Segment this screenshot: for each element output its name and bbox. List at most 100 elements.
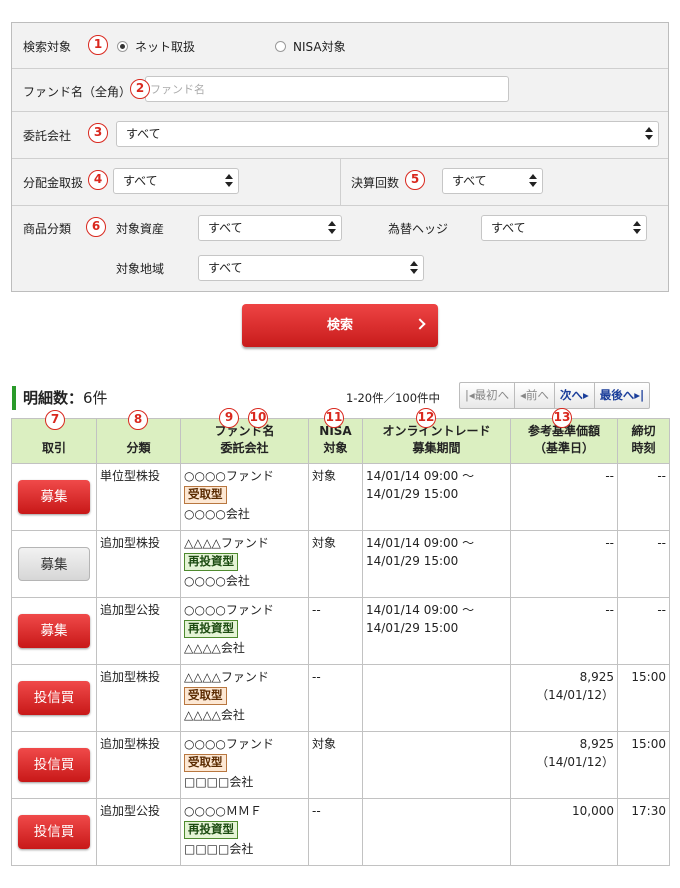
table-row: 募集 追加型公投 ○○○○ファンド 再投資型 △△△△会社 -- 14/01/14 09:0… [11, 597, 670, 665]
marker-3: 3 [88, 123, 108, 143]
marker-4: 4 [88, 170, 108, 190]
divider [340, 159, 341, 206]
company-name: △△△△会社 [184, 708, 245, 722]
fund-name[interactable]: ○○○○ファンド [184, 735, 305, 753]
dividend-badge: 受取型 [184, 486, 227, 504]
select-arrows-icon [410, 261, 418, 275]
category-label: 商品分類 [23, 222, 72, 236]
first-page-icon: |◂ [465, 388, 475, 402]
trade-button[interactable]: 投信買 [18, 815, 90, 849]
trade-button[interactable]: 投信買 [18, 748, 90, 782]
pager-prev[interactable]: ◂前へ [515, 383, 555, 408]
period-start: 14/01/14 09:00 ～ [366, 536, 475, 550]
net-radio-label[interactable]: ネット取扱 [135, 38, 195, 55]
consignor-select[interactable]: すべて [116, 121, 659, 147]
nav-value: -- [605, 536, 614, 550]
pager: |◂最初へ ◂前へ 次へ▸ 最後へ▸| [459, 382, 651, 409]
select-arrows-icon [225, 174, 233, 188]
pager-next-label: 次へ [559, 388, 583, 402]
pager-last[interactable]: 最後へ▸| [595, 383, 649, 408]
nisa-cell: 対象 [308, 530, 363, 598]
cutoff-cell: -- [617, 597, 670, 665]
fund-name[interactable]: ○○○○ファンド [184, 601, 305, 619]
next-icon: ▸ [582, 388, 589, 402]
settlement-select[interactable]: すべて [442, 168, 543, 194]
hedge-label: 為替ヘッジ [388, 222, 449, 236]
marker-12: 12 [416, 408, 436, 428]
period-cell: 14/01/14 09:00 ～ 14/01/29 15:00 [362, 463, 511, 531]
nav-value: 10,000 [572, 804, 614, 818]
search-panel: 検索対象 ネット取扱 NISA対象 ファンド名（全角） 委託会社 すべて 分配金… [11, 22, 669, 292]
trade-cell: 募集 [11, 530, 97, 598]
trade-button[interactable]: 募集 [18, 547, 90, 581]
marker-10: 10 [248, 408, 268, 428]
trade-button[interactable]: 募集 [18, 614, 90, 648]
class-cell: 追加型株投 [96, 530, 181, 598]
trade-cell: 募集 [11, 597, 97, 665]
asset-select[interactable]: すべて [198, 215, 342, 241]
nav-value: 8,925 [579, 670, 614, 684]
period-cell [362, 731, 511, 799]
nav-cell: 8,925 （14/01/12） [510, 731, 618, 799]
period-cell [362, 664, 511, 732]
fund-name-row: ファンド名（全角） [12, 69, 668, 112]
fund-cell: △△△△ファンド 再投資型 ○○○○会社 [180, 530, 309, 598]
trade-button[interactable]: 投信買 [18, 681, 90, 715]
nav-value: 8,925 [579, 737, 614, 751]
chevron-right-icon [414, 318, 426, 330]
nav-cell: -- [510, 463, 618, 531]
dividend-row: 分配金取扱 すべて 決算回数 すべて [12, 159, 668, 206]
nisa-radio[interactable] [275, 41, 286, 52]
consignor-label: 委託会社 [23, 129, 72, 143]
period-end: 14/01/29 15:00 [366, 487, 459, 501]
nav-cell: -- [510, 597, 618, 665]
marker-1: 1 [88, 35, 108, 55]
select-arrows-icon [645, 127, 653, 141]
asset-value: すべて [208, 221, 243, 235]
marker-7: 7 [45, 410, 65, 430]
search-button[interactable]: 検索 [242, 304, 438, 347]
pager-next[interactable]: 次へ▸ [555, 383, 595, 408]
hedge-value: すべて [491, 221, 526, 235]
select-arrows-icon [529, 174, 537, 188]
marker-11: 11 [324, 408, 344, 428]
pager-first[interactable]: |◂最初へ [460, 383, 516, 408]
dividend-badge: 再投資型 [184, 620, 238, 638]
cutoff-cell: 17:30 [617, 798, 670, 866]
region-select[interactable]: すべて [198, 255, 424, 281]
period-cell: 14/01/14 09:00 ～ 14/01/29 15:00 [362, 597, 511, 665]
nav-cell: 10,000 [510, 798, 618, 866]
dividend-badge: 受取型 [184, 687, 227, 705]
consignor-value: すべて [126, 127, 161, 141]
nisa-radio-label[interactable]: NISA対象 [293, 38, 346, 55]
trade-cell: 投信買 [11, 798, 97, 866]
period-start: 14/01/14 09:00 ～ [366, 603, 475, 617]
header-online: オンライントレード 募集期間 [362, 418, 511, 464]
hedge-select[interactable]: すべて [481, 215, 647, 241]
cutoff-cell: 15:00 [617, 731, 670, 799]
period-cell [362, 798, 511, 866]
result-count-title: 明細数：6件 [12, 386, 108, 410]
class-cell: 追加型公投 [96, 597, 181, 665]
pager-prev-label: 前へ [525, 388, 549, 402]
fund-name[interactable]: ○○○○ファンド [184, 467, 305, 485]
cutoff-cell: 15:00 [617, 664, 670, 732]
select-arrows-icon [633, 221, 641, 235]
class-cell: 単位型株投 [96, 463, 181, 531]
fund-name[interactable]: △△△△ファンド [184, 534, 305, 552]
net-radio[interactable] [117, 41, 128, 52]
trade-button[interactable]: 募集 [18, 480, 90, 514]
period-cell: 14/01/14 09:00 ～ 14/01/29 15:00 [362, 530, 511, 598]
dividend-badge: 再投資型 [184, 553, 238, 571]
fund-name[interactable]: ○○○○ＭＭＦ [184, 802, 305, 820]
fund-name[interactable]: △△△△ファンド [184, 668, 305, 686]
fund-cell: ○○○○ＭＭＦ 再投資型 □□□□会社 [180, 798, 309, 866]
marker-9: 9 [219, 408, 239, 428]
dividend-select[interactable]: すべて [113, 168, 239, 194]
settlement-value: すべて [452, 174, 487, 188]
nav-value: -- [605, 469, 614, 483]
period-end: 14/01/29 15:00 [366, 554, 459, 568]
fund-name-input[interactable] [145, 76, 509, 102]
table-row: 募集 追加型株投 △△△△ファンド 再投資型 ○○○○会社 対象 14/01/14 09:0… [11, 530, 670, 598]
company-name: ○○○○会社 [184, 507, 250, 521]
